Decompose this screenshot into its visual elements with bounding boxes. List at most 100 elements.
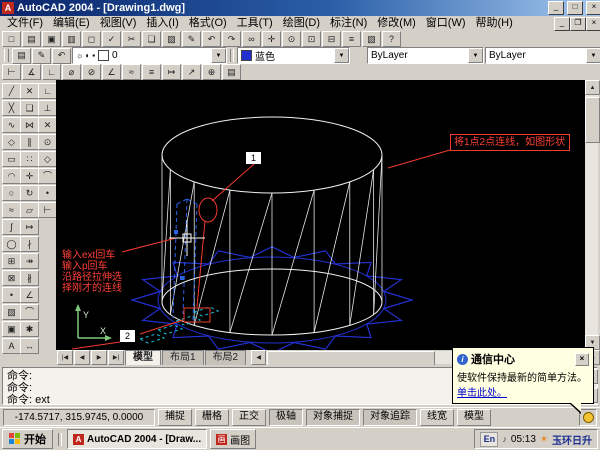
balloon-link[interactable]: 单击此处。: [457, 384, 589, 399]
toolbar-button[interactable]: ↷: [222, 31, 241, 47]
toolbar-button[interactable]: ▤: [22, 31, 41, 47]
toolbar-button[interactable]: ❏: [20, 100, 39, 116]
close-button[interactable]: ×: [586, 1, 600, 15]
lineweight-toggle[interactable]: 线宽: [420, 409, 454, 426]
toolbar-button[interactable]: ∷: [20, 151, 39, 167]
canvas-vertical-scrollbar[interactable]: ▲ ▼: [585, 80, 598, 350]
toolbar-button[interactable]: ≡: [342, 31, 361, 47]
scroll-up-icon[interactable]: ▲: [585, 80, 600, 95]
toolbar-button[interactable]: ≈: [122, 64, 141, 80]
toolbar-button[interactable]: ✎: [32, 48, 51, 64]
vertical-scroll-thumb[interactable]: [585, 97, 600, 143]
toolbar-button[interactable]: ▥: [62, 31, 81, 47]
toolbar-button[interactable]: ∟: [42, 64, 61, 80]
toolbar-button[interactable]: ⊟: [322, 31, 341, 47]
toolbar-button[interactable]: ∠: [20, 287, 39, 303]
menu-format[interactable]: 格式(O): [184, 16, 232, 31]
toolbar-button[interactable]: ∡: [22, 64, 41, 80]
toolbar-button[interactable]: ⊢: [2, 64, 21, 80]
otrack-toggle[interactable]: 对象追踪: [363, 409, 417, 426]
menu-modify[interactable]: 修改(M): [372, 16, 421, 31]
toolbar-button[interactable]: ❏: [142, 31, 161, 47]
toolbar-button[interactable]: ↗: [182, 64, 201, 80]
toolbar-button[interactable]: ∠: [102, 64, 121, 80]
toolbar-button[interactable]: ↔: [20, 338, 39, 354]
chevron-down-icon[interactable]: ▼: [468, 48, 483, 63]
polar-toggle[interactable]: 极轴: [269, 409, 303, 426]
language-indicator[interactable]: En: [480, 432, 498, 447]
toolbar-button[interactable]: •: [38, 185, 57, 201]
last-tab-button[interactable]: ▶|: [108, 350, 124, 365]
toolbar-button[interactable]: ↦: [20, 219, 39, 235]
menu-view[interactable]: 视图(V): [95, 16, 142, 31]
toolbar-button[interactable]: ▤: [12, 48, 31, 64]
start-button[interactable]: 开始: [2, 429, 53, 449]
toolbar-button[interactable]: ∤: [20, 236, 39, 252]
vertical-scroll-track[interactable]: [585, 143, 598, 335]
tab-layout1[interactable]: 布局1: [162, 350, 204, 365]
next-tab-button[interactable]: ▶: [91, 350, 107, 365]
toolbar-button[interactable]: ∫: [2, 219, 21, 235]
toolbar-button[interactable]: ▣: [2, 321, 21, 337]
toolbar-button[interactable]: ╱: [2, 83, 21, 99]
toolbar-button[interactable]: ◠: [2, 168, 21, 184]
toolbar-button[interactable]: •: [2, 287, 21, 303]
maximize-button[interactable]: □: [567, 1, 583, 15]
toolbar-button[interactable]: ?: [382, 31, 401, 47]
toolbar-button[interactable]: ∟: [38, 83, 57, 99]
toolbar-button[interactable]: ⊢: [38, 202, 57, 218]
toolbar-button[interactable]: ▨: [2, 304, 21, 320]
tray-volume-icon[interactable]: ♪: [502, 434, 507, 444]
minimize-button[interactable]: _: [548, 1, 564, 15]
tab-model[interactable]: 模型: [125, 350, 161, 365]
chevron-down-icon[interactable]: ▼: [334, 48, 349, 63]
toolbar-button[interactable]: ✛: [20, 168, 39, 184]
communication-center-tray-icon[interactable]: [579, 409, 597, 426]
toolbar-button[interactable]: ⋈: [20, 117, 39, 133]
toolbar-button[interactable]: ✕: [38, 117, 57, 133]
toolbar-button[interactable]: ▱: [20, 202, 39, 218]
toolbar-button[interactable]: ◻: [82, 31, 101, 47]
menu-tools[interactable]: 工具(T): [232, 16, 278, 31]
toolbar-button[interactable]: ▭: [2, 151, 21, 167]
toolbar-button[interactable]: ∥: [20, 134, 39, 150]
toolbar-button[interactable]: A: [2, 338, 21, 354]
task-autocad[interactable]: A AutoCAD 2004 - [Draw...: [67, 429, 207, 449]
toolbar-button[interactable]: ∦: [20, 270, 39, 286]
toolbar-button[interactable]: ⊡: [302, 31, 321, 47]
toolbar-button[interactable]: ▤: [222, 64, 241, 80]
menu-file[interactable]: 文件(F): [2, 16, 48, 31]
first-tab-button[interactable]: |◀: [57, 350, 73, 365]
toolbar-button[interactable]: ○: [2, 185, 21, 201]
toolbar-grab-handle[interactable]: [4, 49, 9, 62]
toolbar-button[interactable]: ↻: [20, 185, 39, 201]
toolbar-button[interactable]: ↶: [202, 31, 221, 47]
toolbar-button[interactable]: ⊕: [202, 64, 221, 80]
chevron-down-icon[interactable]: ▼: [586, 48, 600, 63]
balloon-close-icon[interactable]: ×: [575, 353, 589, 366]
toolbar-button[interactable]: ▧: [362, 31, 381, 47]
toolbar-button[interactable]: ⊞: [2, 253, 21, 269]
toolbar-button[interactable]: ⊠: [2, 270, 21, 286]
color-dropdown[interactable]: 蓝色 ▼: [237, 47, 350, 64]
toolbar-button[interactable]: ✱: [20, 321, 39, 337]
grid-toggle[interactable]: 栅格: [195, 409, 229, 426]
menu-edit[interactable]: 编辑(E): [48, 16, 95, 31]
toolbar-button[interactable]: ◇: [38, 151, 57, 167]
toolbar-button[interactable]: ∿: [2, 117, 21, 133]
toolbar-button[interactable]: ↠: [20, 253, 39, 269]
toolbar-button[interactable]: ↶: [52, 48, 71, 64]
toolbar-button[interactable]: ▨: [162, 31, 181, 47]
toolbar-button[interactable]: ⌒: [20, 304, 39, 320]
lineweight-dropdown[interactable]: ByLayer ▼: [485, 47, 600, 64]
model-space-toggle[interactable]: 模型: [457, 409, 491, 426]
toolbar-button[interactable]: ◇: [2, 134, 21, 150]
toolbar-button[interactable]: ∞: [242, 31, 261, 47]
toolbar-button[interactable]: ⊙: [38, 134, 57, 150]
toolbar-button[interactable]: ⊥: [38, 100, 57, 116]
menu-dimension[interactable]: 标注(N): [325, 16, 372, 31]
toolbar-button[interactable]: ✓: [102, 31, 121, 47]
toolbar-button[interactable]: ✕: [20, 83, 39, 99]
toolbar-button[interactable]: ≈: [2, 202, 21, 218]
toolbar-button[interactable]: ⊘: [82, 64, 101, 80]
